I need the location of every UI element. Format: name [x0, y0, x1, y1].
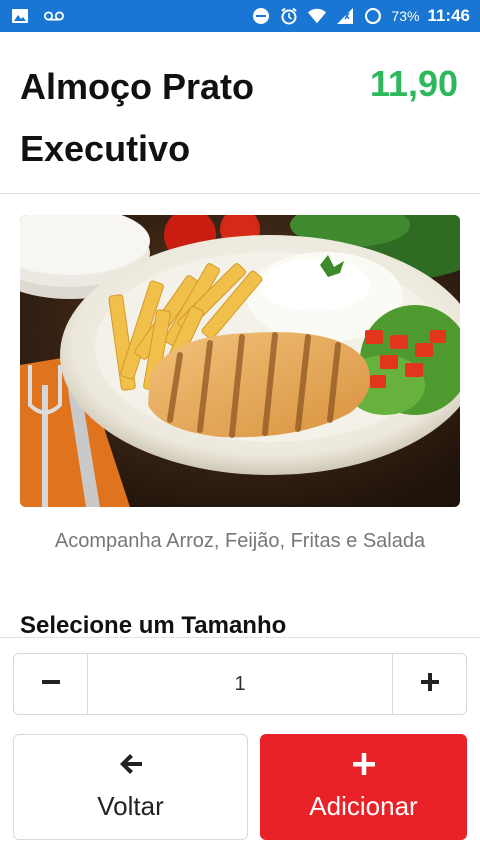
decrease-quantity-button[interactable]: [14, 654, 88, 714]
size-section-title: Selecione um Tamanho: [20, 612, 287, 639]
arrow-left-icon: [118, 752, 144, 781]
add-button-label: Adicionar: [309, 791, 418, 821]
plus-icon: [420, 672, 440, 697]
alarm-icon: [279, 6, 299, 26]
quantity-value[interactable]: 1: [88, 654, 392, 714]
minus-icon: [41, 672, 61, 697]
product-price: 11,90: [369, 63, 458, 104]
back-button[interactable]: Voltar: [13, 734, 248, 840]
product-header: Almoço Prato Executivo 11,90: [0, 32, 480, 194]
signal-icon: [335, 6, 355, 26]
increase-quantity-button[interactable]: [392, 654, 466, 714]
voicemail-icon: [44, 6, 64, 26]
quantity-stepper: 1: [13, 653, 467, 715]
plus-icon: [352, 752, 376, 781]
clock: 11:46: [427, 6, 470, 25]
product-photo: [20, 215, 460, 507]
product-description: Acompanha Arroz, Feijão, Fritas e Salada: [54, 530, 426, 552]
bottom-action-panel: 1 Voltar Adicionar: [0, 637, 480, 853]
status-bar: 73% 11:46: [0, 0, 480, 32]
product-title: Almoço Prato Executivo: [20, 66, 255, 169]
image-icon: [10, 6, 30, 26]
add-to-cart-button[interactable]: Adicionar: [260, 734, 467, 840]
do-not-disturb-icon: [251, 6, 271, 26]
battery-percentage: 73%: [391, 8, 420, 24]
battery-icon: [363, 6, 383, 26]
back-button-label: Voltar: [97, 791, 164, 821]
wifi-icon: [307, 6, 327, 26]
